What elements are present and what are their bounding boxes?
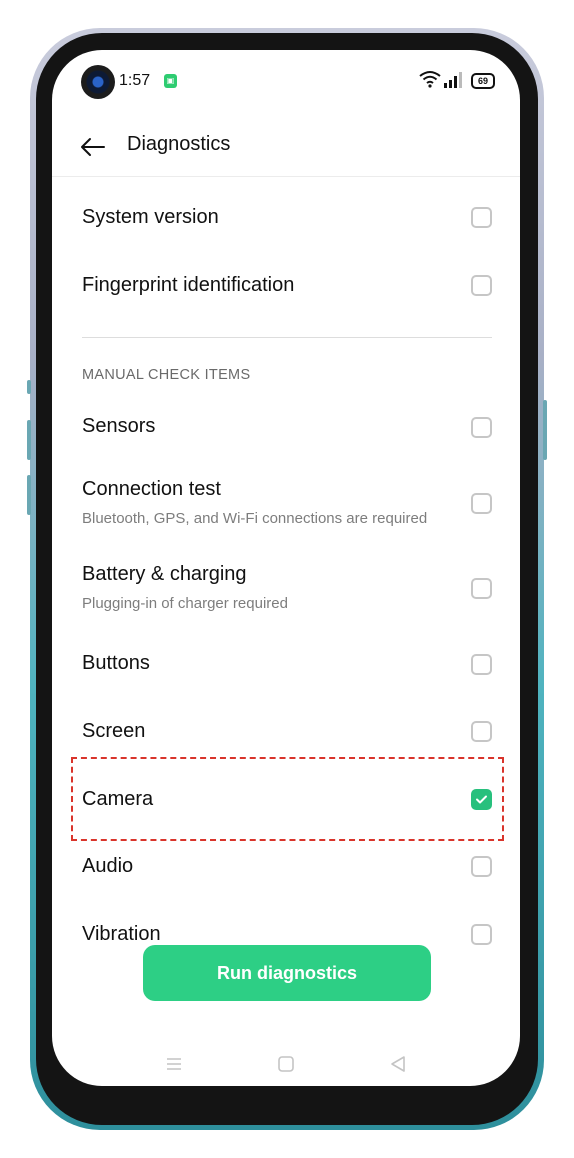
side-button bbox=[27, 475, 31, 515]
checkbox[interactable] bbox=[471, 578, 492, 599]
list-item-title: Connection test bbox=[82, 478, 221, 500]
list-item-screen[interactable]: Screen bbox=[52, 712, 520, 752]
front-camera bbox=[81, 65, 115, 99]
list-item-connection-test[interactable]: Connection test Bluetooth, GPS, and Wi-F… bbox=[52, 470, 520, 536]
list-item-title: Vibration bbox=[82, 923, 161, 945]
app-header: Diagnostics bbox=[52, 120, 520, 177]
checkbox[interactable] bbox=[471, 721, 492, 742]
list-item-buttons[interactable]: Buttons bbox=[52, 644, 520, 684]
checkbox-checked[interactable] bbox=[471, 789, 492, 810]
list-item-camera[interactable]: Camera bbox=[52, 780, 520, 820]
list-item-title: Camera bbox=[82, 788, 154, 810]
checkbox[interactable] bbox=[471, 417, 492, 438]
list-item-title: Fingerprint identification bbox=[82, 274, 295, 296]
status-time: 1:57 bbox=[119, 72, 151, 89]
section-divider bbox=[82, 337, 492, 338]
list-item-subtitle: Plugging-in of charger required bbox=[82, 595, 288, 612]
list-item-title: Screen bbox=[82, 720, 146, 742]
menu-icon[interactable] bbox=[163, 1053, 185, 1075]
checkbox[interactable] bbox=[471, 924, 492, 945]
app-notification-icon: ▣ bbox=[164, 74, 177, 88]
checkbox[interactable] bbox=[471, 207, 492, 228]
side-button bbox=[27, 380, 31, 394]
side-button bbox=[27, 420, 31, 460]
list-item-title: Battery & charging bbox=[82, 563, 247, 585]
list-item-title: Buttons bbox=[82, 652, 150, 674]
home-icon[interactable] bbox=[275, 1053, 297, 1075]
wifi-icon bbox=[419, 71, 441, 88]
battery-icon: 69 bbox=[471, 73, 495, 89]
list-item-title: Audio bbox=[82, 855, 134, 877]
back-triangle-icon[interactable] bbox=[387, 1053, 409, 1075]
power-button bbox=[543, 400, 547, 460]
checkbox[interactable] bbox=[471, 856, 492, 877]
check-icon bbox=[476, 795, 487, 804]
list-item-title: Sensors bbox=[82, 415, 156, 437]
checkbox[interactable] bbox=[471, 275, 492, 296]
list-item-fingerprint-identification[interactable]: Fingerprint identification bbox=[52, 266, 520, 306]
navigation-bar bbox=[52, 1045, 520, 1085]
signal-icon bbox=[444, 72, 462, 88]
run-diagnostics-button[interactable]: Run diagnostics bbox=[143, 945, 431, 1001]
checkbox[interactable] bbox=[471, 654, 492, 675]
list-item-subtitle: Bluetooth, GPS, and Wi-Fi connections ar… bbox=[82, 510, 428, 527]
page-title: Diagnostics bbox=[127, 133, 231, 155]
list-item-battery-charging[interactable]: Battery & charging Plugging-in of charge… bbox=[52, 555, 520, 621]
list-item-title: System version bbox=[82, 206, 219, 228]
phone-screen: 1:57 ▣ 69 Diagnostics System version Fin… bbox=[52, 50, 520, 1086]
list-item-system-version[interactable]: System version bbox=[52, 198, 520, 238]
checkbox[interactable] bbox=[471, 493, 492, 514]
list-item-audio[interactable]: Audio bbox=[52, 847, 520, 887]
section-header: MANUAL CHECK ITEMS bbox=[82, 367, 251, 383]
list-item-sensors[interactable]: Sensors bbox=[52, 407, 520, 447]
arrow-left-icon[interactable] bbox=[78, 132, 108, 162]
